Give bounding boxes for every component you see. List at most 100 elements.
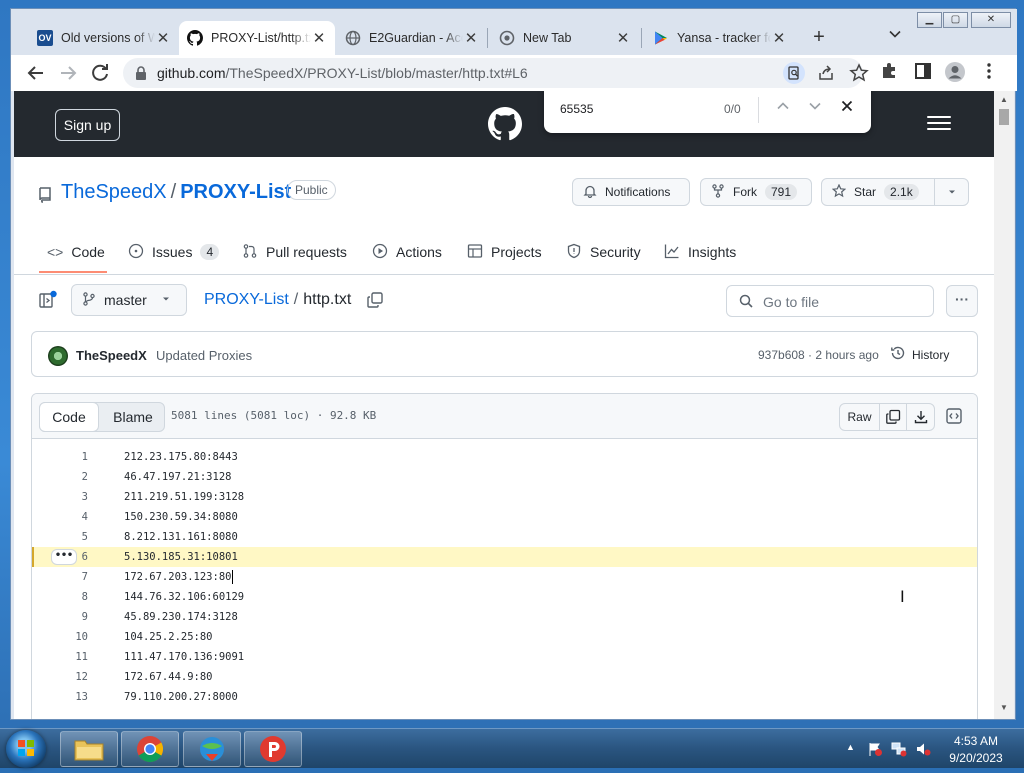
fork-button[interactable]: Fork 791 bbox=[700, 178, 812, 206]
close-tab-icon[interactable]: ✕ bbox=[155, 29, 171, 47]
code-line[interactable]: 11 111.47.170.136:9091 bbox=[32, 647, 977, 667]
tab-issues[interactable]: Issues 4 bbox=[128, 237, 220, 267]
find-next-icon[interactable] bbox=[805, 99, 825, 119]
line-number[interactable]: 7 bbox=[32, 571, 88, 583]
line-number[interactable]: 8 bbox=[32, 591, 88, 603]
share-icon[interactable] bbox=[817, 64, 835, 82]
tab-security[interactable]: Security bbox=[566, 237, 641, 267]
show-hidden-icons-icon[interactable]: ▲ bbox=[846, 742, 855, 752]
code-line[interactable]: 1 212.23.175.80:8443 bbox=[32, 447, 977, 467]
volume-muted-icon[interactable] bbox=[915, 741, 931, 762]
tab-old-versions[interactable]: OV Old versions of W ✕ bbox=[29, 21, 179, 55]
page-scrollbar[interactable]: ▲ ▼ bbox=[994, 91, 1014, 719]
start-button[interactable] bbox=[6, 730, 46, 768]
code-line[interactable]: 9 45.89.230.174:3128 bbox=[32, 607, 977, 627]
breadcrumb-repo-link[interactable]: PROXY-List bbox=[204, 291, 289, 308]
scroll-down-arrow-icon[interactable]: ▼ bbox=[999, 703, 1009, 712]
line-number[interactable]: 2 bbox=[32, 471, 88, 483]
line-number[interactable]: 6 bbox=[32, 551, 88, 563]
star-dropdown-chevron-icon[interactable] bbox=[934, 179, 968, 205]
code-line[interactable]: 7 172.67.203.123:80 bbox=[32, 567, 977, 587]
code-line[interactable]: 3 211.219.51.199:3128 bbox=[32, 487, 977, 507]
line-number[interactable]: 1 bbox=[32, 451, 88, 463]
line-number[interactable]: 4 bbox=[32, 511, 88, 523]
close-window-icon[interactable]: ✕ bbox=[971, 12, 1011, 28]
lock-icon[interactable] bbox=[133, 65, 149, 81]
copy-path-icon[interactable] bbox=[366, 291, 384, 309]
action-center-flag-icon[interactable] bbox=[867, 741, 883, 762]
commit-author-link[interactable]: TheSpeedX bbox=[76, 348, 147, 363]
tab-code[interactable]: <> Code bbox=[47, 237, 105, 267]
close-tab-icon[interactable]: ✕ bbox=[771, 29, 787, 47]
repo-name-link[interactable]: PROXY-List bbox=[180, 181, 291, 203]
tab-yansa[interactable]: Yansa - tracker fo ✕ bbox=[645, 21, 795, 55]
close-tab-icon[interactable]: ✕ bbox=[615, 29, 631, 47]
raw-button[interactable]: Raw bbox=[840, 404, 880, 430]
tab-insights[interactable]: Insights bbox=[664, 237, 736, 267]
star-button[interactable]: Star 2.1k bbox=[821, 178, 969, 206]
line-number[interactable]: 11 bbox=[32, 651, 88, 663]
expand-file-tree-icon[interactable] bbox=[38, 290, 58, 310]
explorer-taskbar-button[interactable] bbox=[60, 731, 118, 767]
find-close-icon[interactable] bbox=[837, 99, 857, 119]
avatar[interactable] bbox=[48, 346, 68, 366]
tab-proxy-list[interactable]: PROXY-List/http.txt ✕ bbox=[179, 21, 335, 55]
sign-up-button[interactable]: Sign up bbox=[55, 109, 120, 141]
back-arrow-icon[interactable] bbox=[24, 61, 48, 85]
tab-e2guardian[interactable]: E2Guardian - Acc ✕ bbox=[337, 21, 487, 55]
history-button[interactable]: History bbox=[890, 345, 949, 364]
copy-raw-icon[interactable] bbox=[880, 404, 907, 430]
tab-pull-requests[interactable]: Pull requests bbox=[242, 237, 347, 267]
symbols-panel-icon[interactable] bbox=[944, 405, 964, 427]
scrollbar-thumb[interactable] bbox=[999, 109, 1009, 125]
new-tab-icon[interactable]: + bbox=[807, 26, 831, 50]
clock-time[interactable]: 4:53 AM bbox=[946, 734, 1006, 748]
line-number[interactable]: 13 bbox=[32, 691, 88, 703]
commit-hash-time[interactable]: 937b608 · 2 hours ago bbox=[758, 348, 879, 362]
blame-view-button[interactable]: Blame bbox=[100, 403, 166, 431]
network-app-taskbar-button[interactable] bbox=[183, 731, 241, 767]
code-line[interactable]: 12 172.67.44.9:80 bbox=[32, 667, 977, 687]
find-input[interactable]: 65535 bbox=[560, 102, 593, 116]
tab-actions[interactable]: Actions bbox=[372, 237, 442, 267]
go-to-file-input[interactable]: Go to file bbox=[726, 285, 934, 317]
code-line[interactable]: 4 150.230.59.34:8080 bbox=[32, 507, 977, 527]
code-line[interactable]: 8 144.76.32.106:60129 bbox=[32, 587, 977, 607]
find-previous-icon[interactable] bbox=[773, 99, 793, 119]
line-number[interactable]: 3 bbox=[32, 491, 88, 503]
tab-projects[interactable]: Projects bbox=[467, 237, 542, 267]
tab-new-tab[interactable]: New Tab ✕ bbox=[491, 21, 639, 55]
code-line[interactable]: 10 104.25.2.25:80 bbox=[32, 627, 977, 647]
commit-message-link[interactable]: Updated Proxies bbox=[156, 348, 252, 363]
code-line[interactable]: ••• 6 5.130.185.31:10801 bbox=[32, 547, 977, 567]
code-view-button[interactable]: Code bbox=[39, 402, 99, 432]
line-number[interactable]: 10 bbox=[32, 631, 88, 643]
github-logo-icon[interactable] bbox=[488, 107, 522, 141]
code-line[interactable]: 5 8.212.131.161:8080 bbox=[32, 527, 977, 547]
psiphon-taskbar-button[interactable] bbox=[244, 731, 302, 767]
minimize-icon[interactable]: ▁ bbox=[917, 12, 942, 28]
star-bookmark-icon[interactable] bbox=[849, 63, 869, 83]
chrome-taskbar-button[interactable] bbox=[121, 731, 179, 767]
extensions-puzzle-icon[interactable] bbox=[877, 61, 901, 85]
line-number[interactable]: 9 bbox=[32, 611, 88, 623]
forward-arrow-icon[interactable] bbox=[56, 61, 80, 85]
branch-selector-button[interactable]: master bbox=[71, 284, 187, 316]
network-icon[interactable] bbox=[891, 741, 907, 762]
more-options-button[interactable]: ··· bbox=[946, 285, 978, 317]
maximize-icon[interactable]: ▢ bbox=[943, 12, 968, 28]
side-panel-icon[interactable] bbox=[911, 61, 935, 85]
tab-search-chevron-icon[interactable] bbox=[885, 27, 905, 47]
profile-avatar-icon[interactable] bbox=[943, 61, 967, 85]
download-icon[interactable] bbox=[907, 404, 934, 430]
clock-date[interactable]: 9/20/2023 bbox=[946, 751, 1006, 765]
scroll-up-arrow-icon[interactable]: ▲ bbox=[999, 95, 1009, 104]
notifications-button[interactable]: Notifications bbox=[572, 178, 690, 206]
close-tab-icon[interactable]: ✕ bbox=[463, 29, 479, 47]
close-tab-icon[interactable]: ✕ bbox=[311, 29, 327, 47]
code-line[interactable]: 13 79.110.200.27:8000 bbox=[32, 687, 977, 707]
code-line[interactable]: 2 46.47.197.21:3128 bbox=[32, 467, 977, 487]
find-in-page-icon[interactable] bbox=[783, 62, 805, 84]
address-bar[interactable]: github.com/TheSpeedX/PROXY-List/blob/mas… bbox=[123, 58, 869, 88]
repo-owner-link[interactable]: TheSpeedX bbox=[61, 181, 167, 203]
